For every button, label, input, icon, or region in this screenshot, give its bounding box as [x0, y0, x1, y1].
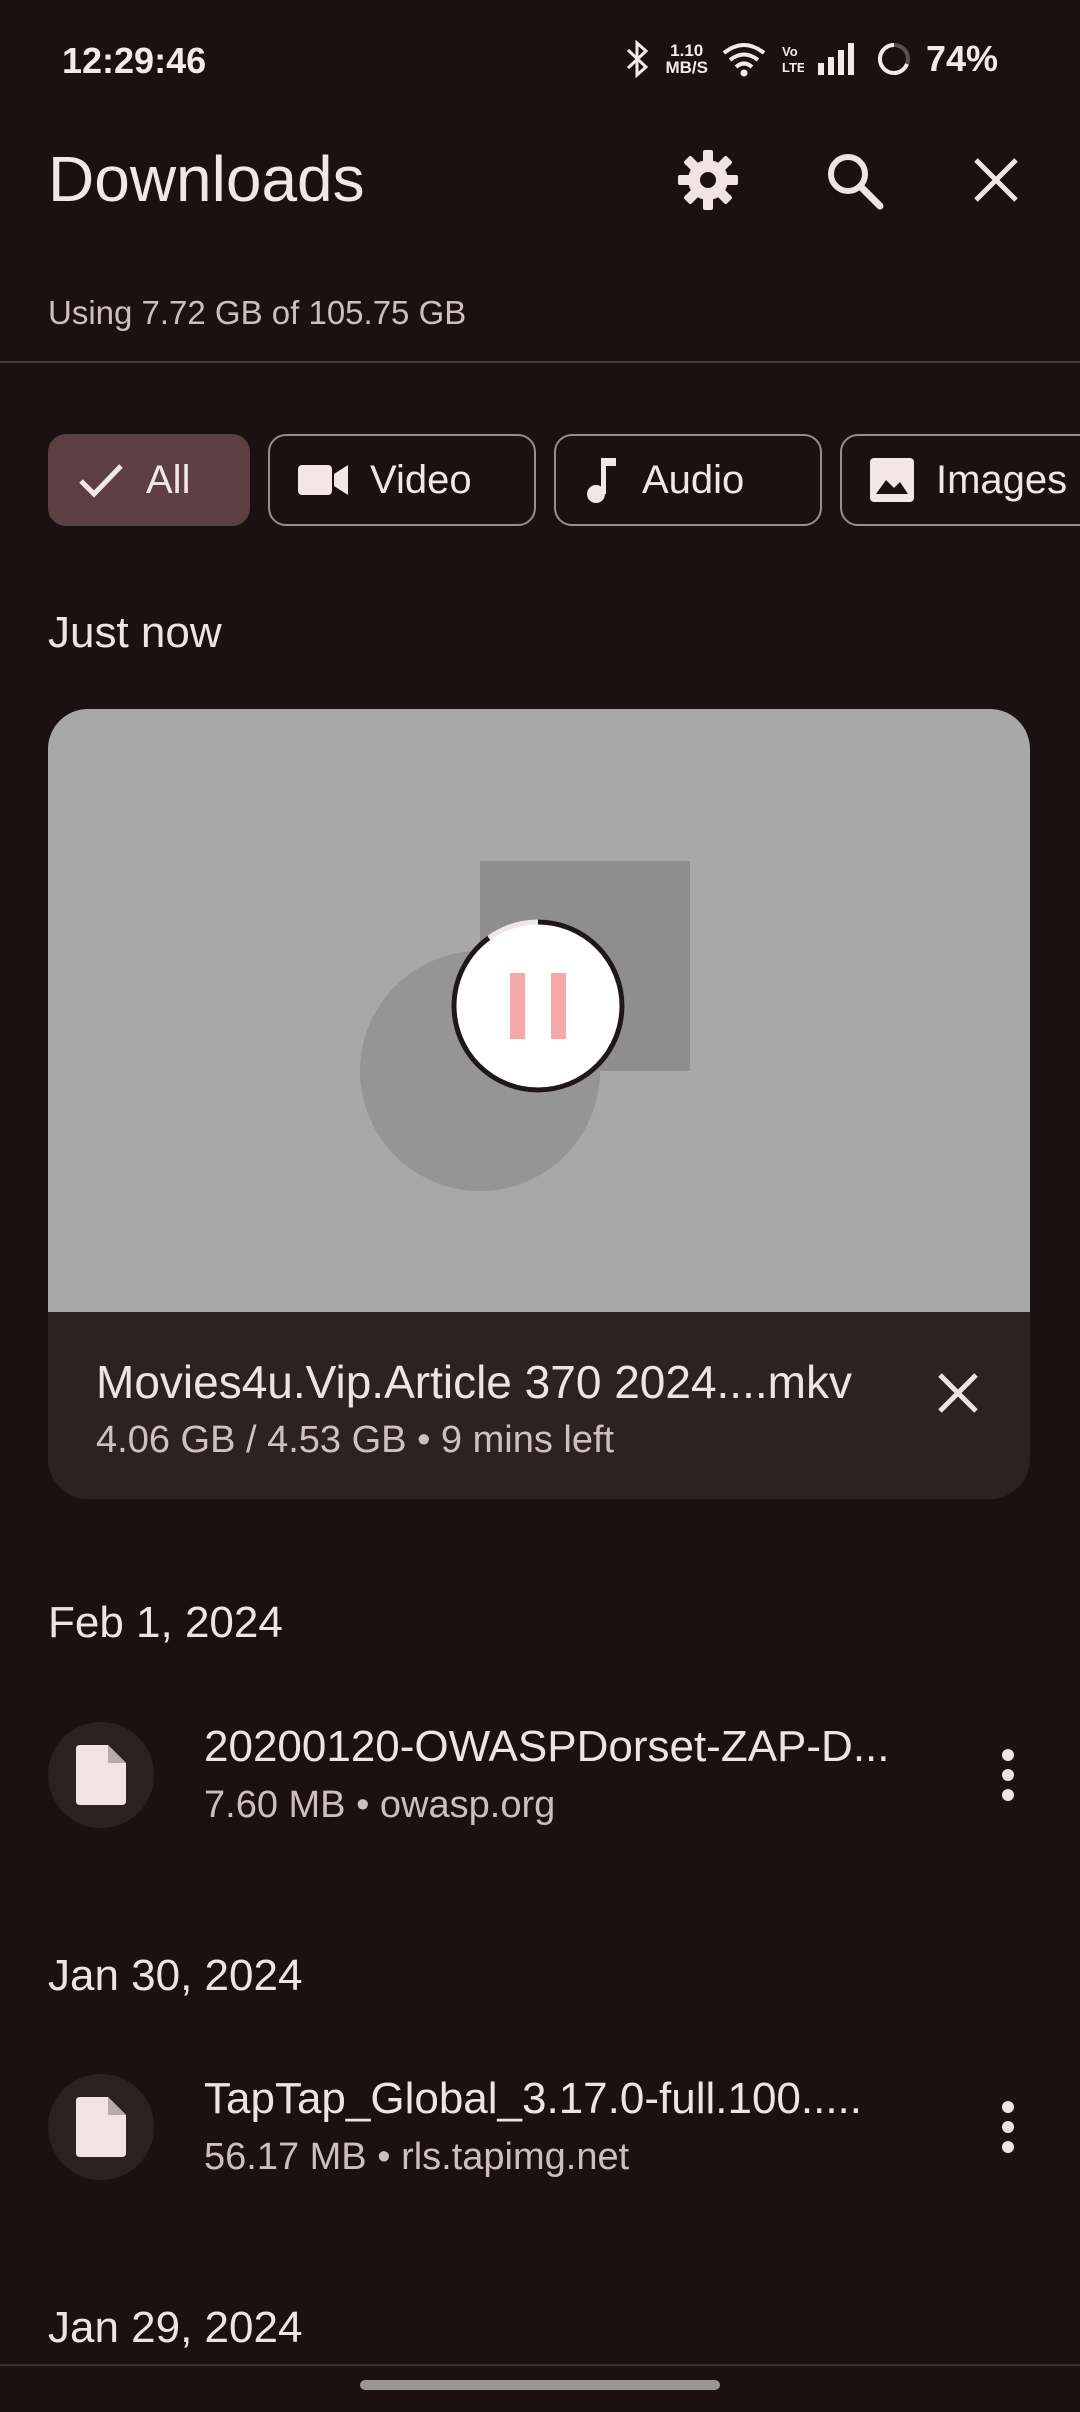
filter-chip-label: Images [936, 457, 1068, 502]
active-download-card[interactable]: Movies4u.Vip.Article 370 2024....mkv 4.0… [48, 709, 1030, 1499]
filter-chip-label: Audio [642, 457, 745, 502]
signal-icon [817, 43, 854, 75]
more-options-button[interactable] [968, 1722, 1048, 1828]
svg-text:LTE: LTE [782, 60, 804, 75]
music-note-icon [587, 458, 616, 503]
network-speed-unit: MB/S [665, 58, 708, 77]
video-icon [298, 465, 348, 495]
file-icon [76, 1745, 126, 1805]
cancel-download-button[interactable] [922, 1357, 994, 1429]
gear-icon [678, 150, 738, 210]
section-date: Jan 29, 2024 [48, 2303, 303, 2352]
section-date: Feb 1, 2024 [48, 1598, 283, 1647]
more-vert-icon [1002, 2101, 1014, 2153]
file-icon [76, 2097, 126, 2157]
download-filename: Movies4u.Vip.Article 370 2024....mkv [96, 1356, 852, 1408]
filter-chip-audio[interactable]: Audio [554, 434, 822, 526]
close-button[interactable] [948, 132, 1044, 228]
more-vert-icon [1002, 1749, 1014, 1801]
file-icon-wrap [48, 1722, 154, 1828]
file-icon-wrap [48, 2074, 154, 2180]
filter-chip-label: Video [370, 457, 472, 502]
filter-chip-all[interactable]: All [48, 434, 250, 526]
bottom-divider [0, 2364, 1080, 2366]
gesture-nav-bar[interactable] [360, 2380, 720, 2390]
more-options-button[interactable] [968, 2074, 1048, 2180]
close-icon [974, 158, 1018, 202]
wifi-icon [722, 43, 766, 77]
list-item-name[interactable]: TapTap_Global_3.17.0-full.100..... [204, 2074, 862, 2124]
image-icon [870, 458, 914, 502]
svg-text:Vo: Vo [782, 44, 798, 59]
list-item-name[interactable]: 20200120-OWASPDorset-ZAP-D... [204, 1722, 890, 1772]
download-progress-text: 4.06 GB / 4.53 GB • 9 mins left [96, 1419, 615, 1461]
filter-chip-label: All [146, 457, 191, 502]
network-speed: 1.10 MB/S [665, 42, 708, 76]
search-button[interactable] [806, 132, 902, 228]
status-icons: 1.10 MB/S Vo LTE 74% [625, 38, 998, 80]
filter-chip-video[interactable]: Video [268, 434, 536, 526]
volte-icon: Vo LTE [782, 44, 804, 75]
check-icon [79, 464, 123, 498]
pause-button[interactable] [450, 918, 626, 1094]
status-time: 12:29:46 [62, 40, 207, 81]
storage-usage: Using 7.72 GB of 105.75 GB [48, 294, 467, 331]
filter-chips: All Video Audio Images [48, 434, 1080, 526]
list-item-meta: 7.60 MB • owasp.org [204, 1784, 556, 1826]
section-date: Jan 30, 2024 [48, 1951, 303, 2000]
list-item-meta: 56.17 MB • rls.tapimg.net [204, 2136, 630, 2178]
page-title: Downloads [48, 143, 365, 215]
download-thumbnail [48, 709, 1030, 1312]
battery-ring-icon [877, 42, 910, 75]
search-icon [828, 154, 884, 210]
close-icon [938, 1373, 978, 1413]
filter-chip-images[interactable]: Images [840, 434, 1080, 526]
bluetooth-icon [627, 40, 649, 78]
battery-percent: 74% [925, 38, 998, 79]
header-divider [0, 361, 1080, 363]
network-speed-value: 1.10 [670, 41, 704, 60]
pause-progress-icon [451, 919, 625, 1093]
section-just-now: Just now [48, 608, 222, 657]
settings-button[interactable] [660, 132, 756, 228]
